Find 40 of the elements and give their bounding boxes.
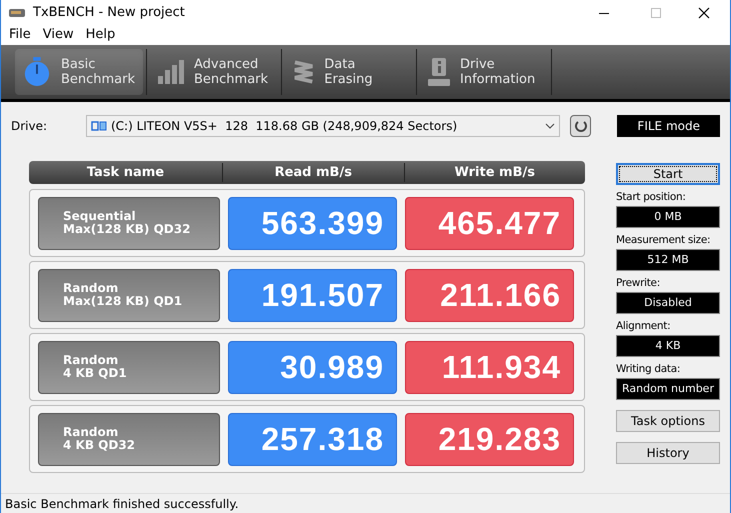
window-title: TxBENCH - New project (33, 4, 185, 22)
setting-label: Prewrite: (616, 276, 661, 291)
setting-value: Disabled (616, 292, 720, 314)
column-header: Task name (86, 164, 166, 182)
column-header: Write mB/s (404, 162, 585, 182)
setting-label: Measurement size: (616, 233, 712, 248)
menu-item[interactable]: File (5, 25, 35, 45)
tab[interactable]: Basic Benchmark (15, 49, 143, 95)
side-button[interactable]: History (616, 442, 720, 464)
write-speed: 211.166 (405, 268, 574, 322)
drive-select[interactable]: (C:) LITEON V5S+ 128 118.68 GB (248,909,824 Sectors) (86, 115, 560, 137)
setting-value: 512 MB (616, 249, 720, 271)
column-header: Read mB/s (222, 162, 404, 182)
task-name: Random 4 KB QD32 (38, 412, 220, 466)
setting-label: Writing data: (616, 362, 682, 377)
tab[interactable]: Drive Information (420, 49, 548, 95)
setting-value: 0 MB (616, 206, 720, 228)
drive-label: Drive: (11, 118, 48, 135)
read-speed: 563.399 (228, 196, 397, 250)
setting-value: Random number (616, 378, 720, 400)
side-button[interactable]: Task options (616, 410, 720, 432)
read-speed: 191.507 (228, 268, 397, 322)
write-speed: 111.934 (405, 340, 574, 394)
write-speed: 219.283 (405, 412, 574, 466)
task-name: Random 4 KB QD1 (38, 340, 220, 394)
setting-value: 4 KB (616, 335, 720, 357)
read-speed: 257.318 (228, 412, 397, 466)
start-button[interactable]: Start (616, 163, 720, 185)
task-name: Random Max(128 KB) QD1 (38, 268, 220, 322)
write-speed: 465.477 (405, 196, 574, 250)
setting-label: Alignment: (616, 319, 672, 334)
menu-item[interactable]: Help (82, 25, 120, 45)
mode-indicator: FILE mode (617, 115, 720, 137)
task-name: Sequential Max(128 KB) QD32 (38, 196, 220, 250)
tab[interactable]: Advanced Benchmark (150, 49, 278, 95)
status-text: Basic Benchmark finished successfully. (5, 496, 239, 512)
menu-item[interactable]: View (38, 25, 78, 45)
tab[interactable]: Data Erasing (285, 49, 413, 95)
setting-label: Start position: (616, 190, 687, 205)
read-speed: 30.989 (228, 340, 397, 394)
